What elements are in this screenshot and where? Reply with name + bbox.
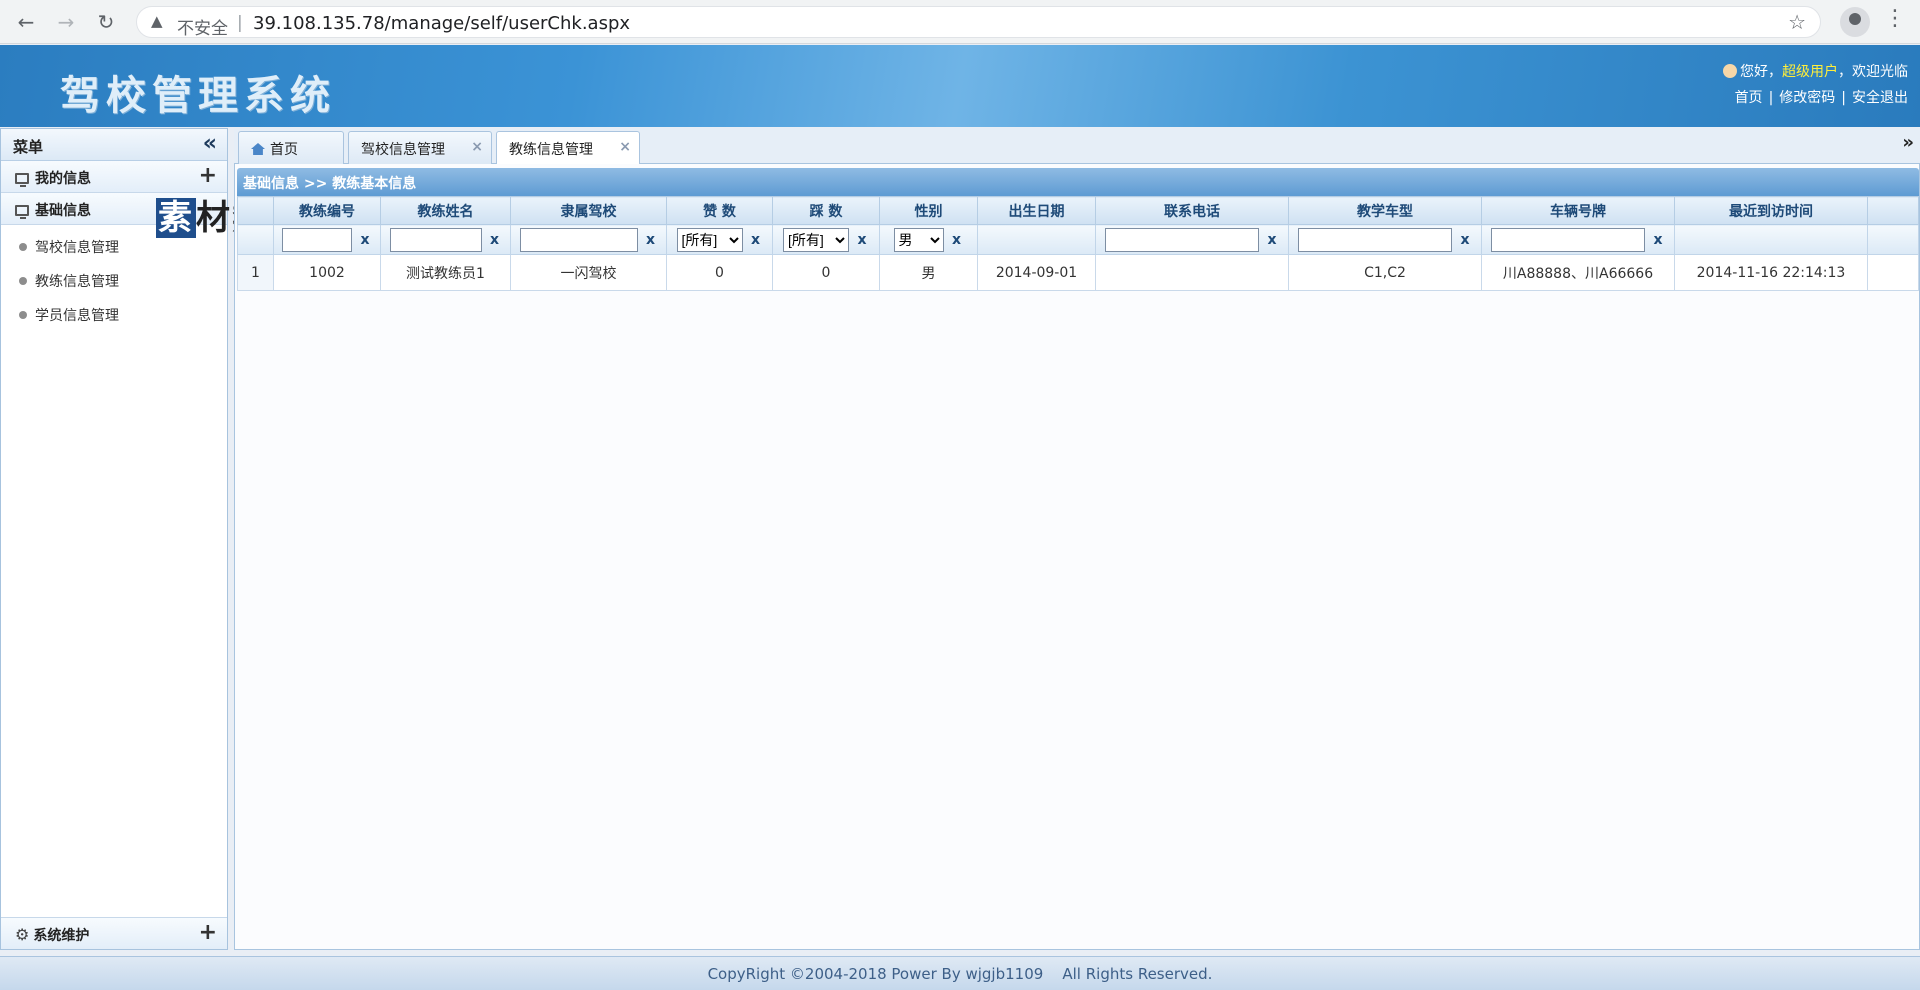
browser-menu-icon[interactable]: ⋮: [1884, 6, 1906, 31]
cell-birth-date: 2014-09-01: [977, 254, 1096, 291]
coach-table: 教练编号 教练姓名 隶属驾校 赞 数 踩 数 性别 出生日期 联系电话 教学车型…: [237, 196, 1919, 291]
sidebar-group-basic-info[interactable]: 基础信息: [1, 193, 227, 225]
collapse-sidebar-icon[interactable]: «: [203, 131, 217, 156]
sidebar: 菜单 « 我的信息 + 基础信息 驾校信息管理 教练信息管理 学员信息管理 ⚙ 系…: [0, 128, 228, 950]
bullet-icon: [19, 311, 27, 319]
header-car-type[interactable]: 教学车型: [1288, 196, 1482, 225]
content-panel: 基础信息 >> 教练基本信息 教练编号 教练姓名 隶属驾校 赞 数 踩 数 性别…: [234, 164, 1920, 950]
header-school[interactable]: 隶属驾校: [510, 196, 667, 225]
app-header: 驾校管理系统 您好，超级用户，欢迎光临 首页 | 修改密码 | 安全退出: [0, 45, 1920, 127]
close-icon[interactable]: ×: [471, 139, 483, 155]
filter-school-input[interactable]: [519, 227, 638, 252]
expand-plus-icon[interactable]: +: [199, 920, 217, 945]
header-rownum: [237, 196, 274, 225]
cell-phone: [1095, 254, 1289, 291]
gear-icon: ⚙: [15, 925, 30, 944]
breadcrumb: 基础信息 >> 教练基本信息: [237, 168, 1919, 196]
sidebar-item-student-info[interactable]: 学员信息管理: [1, 297, 227, 331]
url-divider: |: [237, 13, 243, 33]
footer: CopyRight ©2004-2018 Power By wjgjb1109 …: [0, 956, 1920, 990]
filter-car-type-input[interactable]: [1298, 227, 1452, 252]
filter-phone-input[interactable]: [1105, 227, 1259, 252]
back-arrow-icon[interactable]: ←: [12, 8, 40, 36]
tab-school-info[interactable]: 驾校信息管理 ×: [348, 131, 492, 164]
cell-coach-id: 1002: [273, 254, 381, 291]
filter-coach-name-input[interactable]: [389, 227, 482, 252]
user-name: 超级用户: [1782, 64, 1838, 80]
clear-filter-icon[interactable]: x: [644, 232, 658, 248]
sidebar-group-system[interactable]: ⚙ 系统维护 +: [1, 917, 227, 949]
cell-gender: 男: [879, 254, 978, 291]
user-icon: [1723, 64, 1737, 78]
insecure-label[interactable]: 不安全: [177, 14, 228, 39]
sidebar-header: 菜单 «: [1, 129, 227, 161]
reload-icon[interactable]: ↻: [92, 8, 120, 36]
filter-row: x x x [所有] x [所有] x 男x x x x: [237, 224, 1919, 255]
logout-link[interactable]: 安全退出: [1852, 90, 1908, 106]
bullet-icon: [19, 243, 27, 251]
header-dislikes[interactable]: 踩 数: [772, 196, 880, 225]
clear-filter-icon[interactable]: x: [749, 232, 763, 248]
tab-coach-info[interactable]: 教练信息管理 ×: [496, 131, 640, 165]
cell-plate: 川A88888、川A66666: [1481, 254, 1675, 291]
clear-filter-icon[interactable]: x: [1651, 232, 1665, 248]
home-link[interactable]: 首页: [1735, 90, 1763, 106]
header-plate[interactable]: 车辆号牌: [1481, 196, 1675, 225]
filter-gender-select[interactable]: 男: [893, 227, 944, 252]
filter-dislikes-select[interactable]: [所有]: [783, 227, 849, 252]
clear-filter-icon[interactable]: x: [950, 232, 964, 248]
clear-filter-icon[interactable]: x: [1458, 232, 1472, 248]
filter-plate-input[interactable]: [1491, 227, 1645, 252]
cell-last-visit: 2014-11-16 22:14:13: [1674, 254, 1868, 291]
clear-filter-icon[interactable]: x: [855, 232, 869, 248]
header-coach-id[interactable]: 教练编号: [273, 196, 381, 225]
user-greeting: 您好，超级用户，欢迎光临: [1723, 61, 1908, 81]
header-phone[interactable]: 联系电话: [1095, 196, 1289, 225]
filter-coach-id-input[interactable]: [282, 227, 352, 252]
tabs-dropdown-icon[interactable]: »: [1902, 132, 1914, 153]
tab-home[interactable]: 首页: [238, 131, 344, 164]
app-title: 驾校管理系统: [60, 72, 336, 119]
cell-school: 一闪驾校: [510, 254, 667, 291]
header-links: 首页 | 修改密码 | 安全退出: [1734, 90, 1908, 106]
home-icon: [251, 143, 265, 155]
row-number: 1: [237, 254, 274, 291]
address-bar[interactable]: ▲ 不安全 | 39.108.135.78/manage/self/userCh…: [136, 6, 1821, 39]
clear-filter-icon[interactable]: x: [488, 232, 502, 248]
profile-avatar-icon[interactable]: [1840, 7, 1870, 37]
header-birth-date[interactable]: 出生日期: [977, 196, 1096, 225]
sidebar-group-my-info[interactable]: 我的信息 +: [1, 161, 227, 193]
url-text[interactable]: 39.108.135.78/manage/self/userChk.aspx: [253, 13, 630, 34]
forward-arrow-icon[interactable]: →: [52, 8, 80, 36]
table-row[interactable]: 1 1002 测试教练员1 一闪驾校 0 0 男 2014-09-01 C1,C…: [237, 254, 1919, 291]
tab-bar: 首页 驾校信息管理 × 教练信息管理 × »: [234, 128, 1920, 165]
cell-coach-name: 测试教练员1: [380, 254, 511, 291]
expand-plus-icon[interactable]: +: [199, 163, 217, 188]
cell-likes: 0: [666, 254, 773, 291]
header-spacer: [1867, 196, 1919, 225]
clear-filter-icon[interactable]: x: [358, 232, 372, 248]
table-header-row: 教练编号 教练姓名 隶属驾校 赞 数 踩 数 性别 出生日期 联系电话 教学车型…: [237, 196, 1919, 225]
change-password-link[interactable]: 修改密码: [1779, 90, 1835, 106]
sidebar-item-school-info[interactable]: 驾校信息管理: [1, 229, 227, 263]
bookmark-star-icon[interactable]: ☆: [1788, 10, 1806, 34]
copyright-text: CopyRight ©2004-2018 Power By wjgjb1109 …: [707, 965, 1213, 983]
filter-likes-select[interactable]: [所有]: [676, 227, 743, 252]
header-gender[interactable]: 性别: [879, 196, 978, 225]
clear-filter-icon[interactable]: x: [1265, 232, 1279, 248]
header-last-visit[interactable]: 最近到访时间: [1674, 196, 1868, 225]
header-likes[interactable]: 赞 数: [666, 196, 773, 225]
monitor-icon: [15, 205, 29, 219]
browser-toolbar: ← → ↻ ▲ 不安全 | 39.108.135.78/manage/self/…: [0, 0, 1920, 44]
cell-car-type: C1,C2: [1288, 254, 1482, 291]
monitor-icon: [15, 173, 29, 187]
header-coach-name[interactable]: 教练姓名: [380, 196, 511, 225]
close-icon[interactable]: ×: [619, 139, 631, 155]
cell-dislikes: 0: [772, 254, 880, 291]
bullet-icon: [19, 277, 27, 285]
sidebar-title: 菜单: [13, 138, 44, 156]
warning-icon[interactable]: ▲: [151, 12, 163, 30]
sidebar-item-coach-info[interactable]: 教练信息管理: [1, 263, 227, 297]
